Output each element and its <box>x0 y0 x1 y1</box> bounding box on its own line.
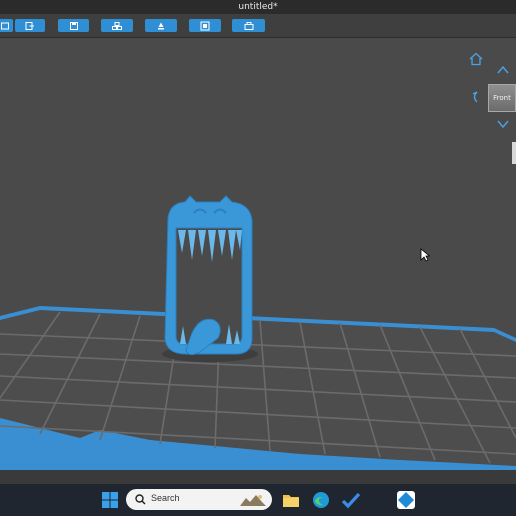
frame-button[interactable] <box>189 19 221 32</box>
file-explorer-icon[interactable] <box>280 489 302 511</box>
support-icon <box>158 22 164 29</box>
rotate-left-icon[interactable] <box>468 90 482 104</box>
title-bar: untitled* <box>0 0 516 14</box>
import-button[interactable] <box>15 19 45 32</box>
slicer-app-icon[interactable] <box>395 489 417 511</box>
search-icon <box>135 494 146 505</box>
window-title: untitled* <box>238 2 278 12</box>
build-plate-scene <box>0 195 516 470</box>
view-cube-face-label: Front <box>493 94 511 102</box>
windows-start-icon[interactable] <box>99 489 121 511</box>
view-cube[interactable]: Front <box>488 84 516 112</box>
side-panel-handle[interactable] <box>512 142 516 164</box>
arrange-button[interactable] <box>101 19 133 32</box>
edge-browser-icon[interactable] <box>310 489 332 511</box>
import-icon <box>25 21 34 30</box>
slice-icon <box>244 21 253 30</box>
search-highlight-image <box>240 495 266 506</box>
taskbar-search-box[interactable]: Search <box>126 489 272 510</box>
status-bar <box>0 470 516 484</box>
todo-icon[interactable] <box>340 489 362 511</box>
rotate-up-icon[interactable] <box>496 64 510 76</box>
save-button[interactable] <box>58 19 89 32</box>
rotate-down-icon[interactable] <box>496 118 510 130</box>
open-file-button[interactable] <box>0 19 13 32</box>
support-button[interactable] <box>145 19 177 32</box>
save-icon <box>69 21 78 30</box>
slice-button[interactable] <box>232 19 265 32</box>
slicer-app-window: untitled* Front <box>0 0 516 484</box>
3d-viewport[interactable] <box>0 38 516 470</box>
mouse-cursor-icon <box>420 248 430 262</box>
search-placeholder: Search <box>151 493 180 503</box>
folder-open-icon <box>0 22 9 29</box>
arrange-icon <box>112 21 122 30</box>
home-icon[interactable] <box>468 52 484 66</box>
toolbar <box>0 14 516 38</box>
frame-icon <box>200 21 210 30</box>
